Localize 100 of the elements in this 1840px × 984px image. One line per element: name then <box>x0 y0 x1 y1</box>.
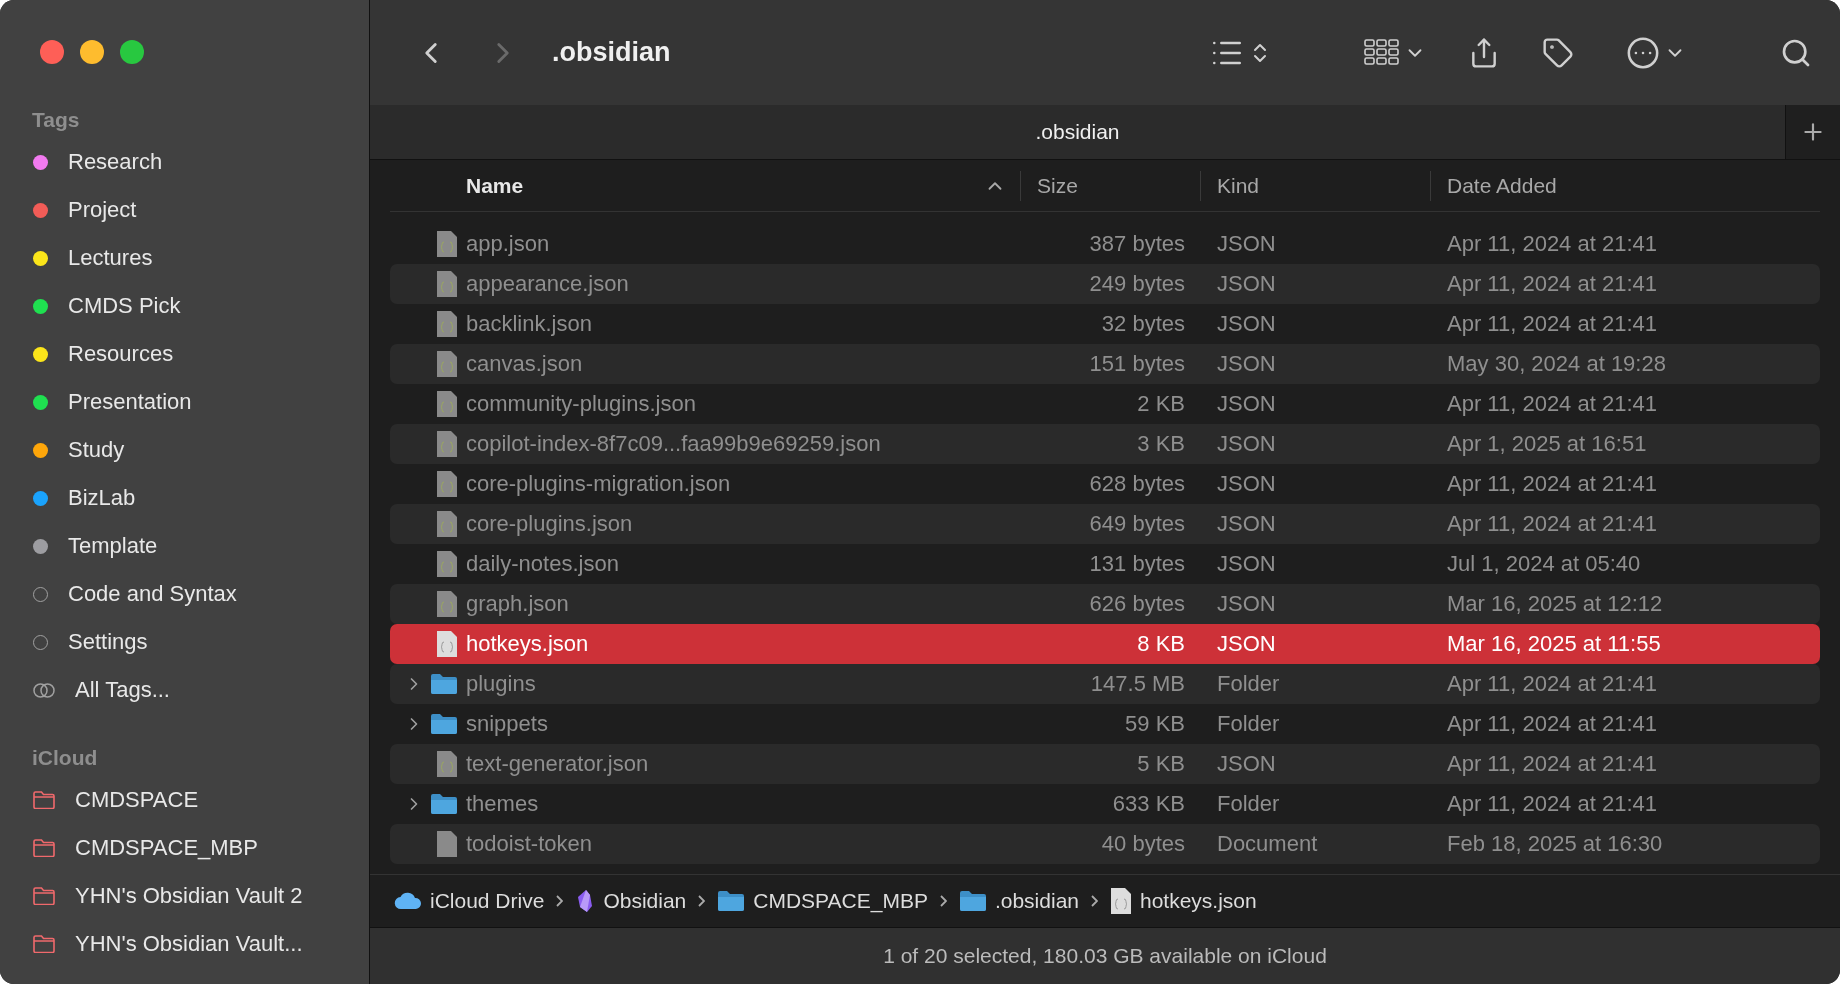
tag-icon <box>1542 36 1574 69</box>
sidebar-item[interactable]: Study <box>68 437 125 463</box>
file-icon <box>436 270 458 298</box>
minimize-window-button[interactable] <box>80 40 104 64</box>
file-row[interactable]: copilot-index-8f7c09...faa99b9e69259.json 3 KB JSON Apr 1, 2025 at 16:51 <box>390 424 1820 464</box>
file-name: snippets <box>466 711 548 736</box>
file-row[interactable]: daily-notes.json 131 bytes JSON Jul 1, 2024 at 05:40 <box>390 544 1820 584</box>
sidebar-item[interactable]: YHN's Obsidian Vault 2 <box>75 883 303 909</box>
folder-icon <box>33 839 55 857</box>
file-date: Apr 11, 2024 at 21:41 <box>1447 311 1657 336</box>
folder-icon <box>430 793 458 815</box>
sidebar-item[interactable]: YHN's Obsidian Vault... <box>75 931 303 957</box>
all-tags-icon <box>33 682 55 698</box>
file-date: Apr 11, 2024 at 21:41 <box>1447 671 1657 696</box>
file-row[interactable]: text-generator.json 5 KB JSON Apr 11, 2024 at 21:41 <box>390 744 1820 784</box>
file-row[interactable]: app.json 387 bytes JSON Apr 11, 2024 at 21:41 <box>390 224 1820 264</box>
file-kind: JSON <box>1217 431 1276 456</box>
path-item[interactable]: .obsidian <box>994 889 1079 913</box>
file-icon <box>436 470 458 498</box>
file-kind: Folder <box>1217 711 1280 736</box>
file-size: 626 bytes <box>1089 591 1185 616</box>
path-item[interactable]: CMDSPACE_MBP <box>753 889 928 913</box>
zoom-window-button[interactable] <box>120 40 144 64</box>
sidebar-item[interactable]: CMDS Pick <box>68 293 181 319</box>
file-kind: JSON <box>1217 591 1276 616</box>
file-size: 387 bytes <box>1089 231 1185 256</box>
sidebar-item[interactable]: Research <box>68 149 163 175</box>
sidebar-item[interactable]: CMDSPACE_MBP <box>75 835 258 861</box>
sidebar-item[interactable]: Project <box>68 197 137 223</box>
file-icon <box>436 750 458 778</box>
file-kind: JSON <box>1217 551 1276 576</box>
file-date: Apr 11, 2024 at 21:41 <box>1447 711 1657 736</box>
sidebar-item[interactable]: All Tags... <box>75 677 170 703</box>
file-date: Apr 11, 2024 at 21:41 <box>1447 511 1657 536</box>
file-kind: Folder <box>1217 671 1280 696</box>
file-icon <box>1110 887 1132 915</box>
file-row[interactable]: plugins 147.5 MB Folder Apr 11, 2024 at 21:41 <box>390 664 1820 704</box>
column-header[interactable]: Date Added <box>1431 173 1557 198</box>
file-row[interactable]: todoist-token 40 bytes Document Feb 18, 2025 at 16:30 <box>390 824 1820 864</box>
file-size: 633 KB <box>1112 791 1185 816</box>
file-date: Apr 11, 2024 at 21:41 <box>1447 471 1657 496</box>
sidebar-item[interactable]: Code and Syntax <box>68 581 237 607</box>
file-icon <box>436 550 458 578</box>
file-date: Apr 11, 2024 at 21:41 <box>1447 271 1657 296</box>
file-icon <box>436 630 458 658</box>
file-icon <box>436 350 458 378</box>
folder-icon <box>717 890 746 912</box>
file-name: backlink.json <box>466 311 592 336</box>
file-name: plugins <box>466 671 536 696</box>
file-row[interactable]: core-plugins.json 649 bytes JSON Apr 11, 2024 at 21:41 <box>390 504 1820 544</box>
file-kind: JSON <box>1217 231 1276 256</box>
path-item[interactable]: Obsidian <box>603 889 687 913</box>
file-row[interactable]: community-plugins.json 2 KB JSON Apr 11, 2024 at 21:41 <box>390 384 1820 424</box>
column-header[interactable]: Name <box>466 173 524 198</box>
file-date: Apr 11, 2024 at 21:41 <box>1447 231 1657 256</box>
column-header[interactable]: Size <box>1021 173 1078 198</box>
file-date: Feb 18, 2025 at 16:30 <box>1447 831 1663 856</box>
file-row[interactable]: core-plugins-migration.json 628 bytes JSON Apr 11, 2024 at 21:41 <box>390 464 1820 504</box>
sidebar-item[interactable]: Settings <box>68 629 148 655</box>
file-row[interactable]: hotkeys.json 8 KB JSON Mar 16, 2025 at 11:55 <box>390 624 1820 664</box>
sidebar-item[interactable]: BizLab <box>68 485 136 511</box>
status-bar: 1 of 20 selected, 180.03 GB available on iCloud <box>370 927 1840 984</box>
file-icon <box>436 510 458 538</box>
file-row[interactable]: graph.json 626 bytes JSON Mar 16, 2025 at 12:12 <box>390 584 1820 624</box>
file-row[interactable]: canvas.json 151 bytes JSON May 30, 2024 at 19:28 <box>390 344 1820 384</box>
file-name: canvas.json <box>466 351 583 376</box>
file-kind: JSON <box>1217 351 1276 376</box>
sidebar-item[interactable]: CMDSPACE <box>75 787 199 813</box>
sidebar-item[interactable]: Template <box>68 533 158 559</box>
file-size: 628 bytes <box>1089 471 1185 496</box>
path-separator-icon <box>1091 895 1098 907</box>
file-size: 147.5 MB <box>1090 671 1185 696</box>
folder-icon <box>958 890 987 912</box>
file-size: 2 KB <box>1137 391 1185 416</box>
file-size: 649 bytes <box>1089 511 1185 536</box>
file-date: Apr 11, 2024 at 21:41 <box>1447 391 1657 416</box>
file-name: copilot-index-8f7c09...faa99b9e69259.json <box>466 431 881 456</box>
file-date: Mar 16, 2025 at 11:55 <box>1447 631 1661 656</box>
file-size: 59 KB <box>1125 711 1185 736</box>
file-kind: Folder <box>1217 791 1280 816</box>
file-size: 131 bytes <box>1089 551 1185 576</box>
close-window-button[interactable] <box>40 40 64 64</box>
sidebar-item[interactable]: Presentation <box>68 389 192 415</box>
file-size: 40 bytes <box>1101 831 1185 856</box>
file-row[interactable]: snippets 59 KB Folder Apr 11, 2024 at 21:41 <box>390 704 1820 744</box>
folder-icon <box>430 713 458 735</box>
sidebar-section-title: iCloud <box>31 746 99 771</box>
file-row[interactable]: backlink.json 32 bytes JSON Apr 11, 2024 at 21:41 <box>390 304 1820 344</box>
file-name: core-plugins-migration.json <box>466 471 731 496</box>
path-item[interactable]: hotkeys.json <box>1140 889 1257 913</box>
folder-icon <box>33 887 55 905</box>
file-row[interactable]: appearance.json 249 bytes JSON Apr 11, 2024 at 21:41 <box>390 264 1820 304</box>
file-name: app.json <box>466 231 550 256</box>
file-row[interactable]: themes 633 KB Folder Apr 11, 2024 at 21:41 <box>390 784 1820 824</box>
sidebar-item[interactable]: Lectures <box>68 245 153 271</box>
column-header[interactable]: Kind <box>1201 173 1260 198</box>
file-name: community-plugins.json <box>466 391 696 416</box>
path-item[interactable]: iCloud Drive <box>430 889 545 913</box>
sidebar-item[interactable]: Resources <box>68 341 174 367</box>
new-tab-button[interactable] <box>1785 105 1840 159</box>
